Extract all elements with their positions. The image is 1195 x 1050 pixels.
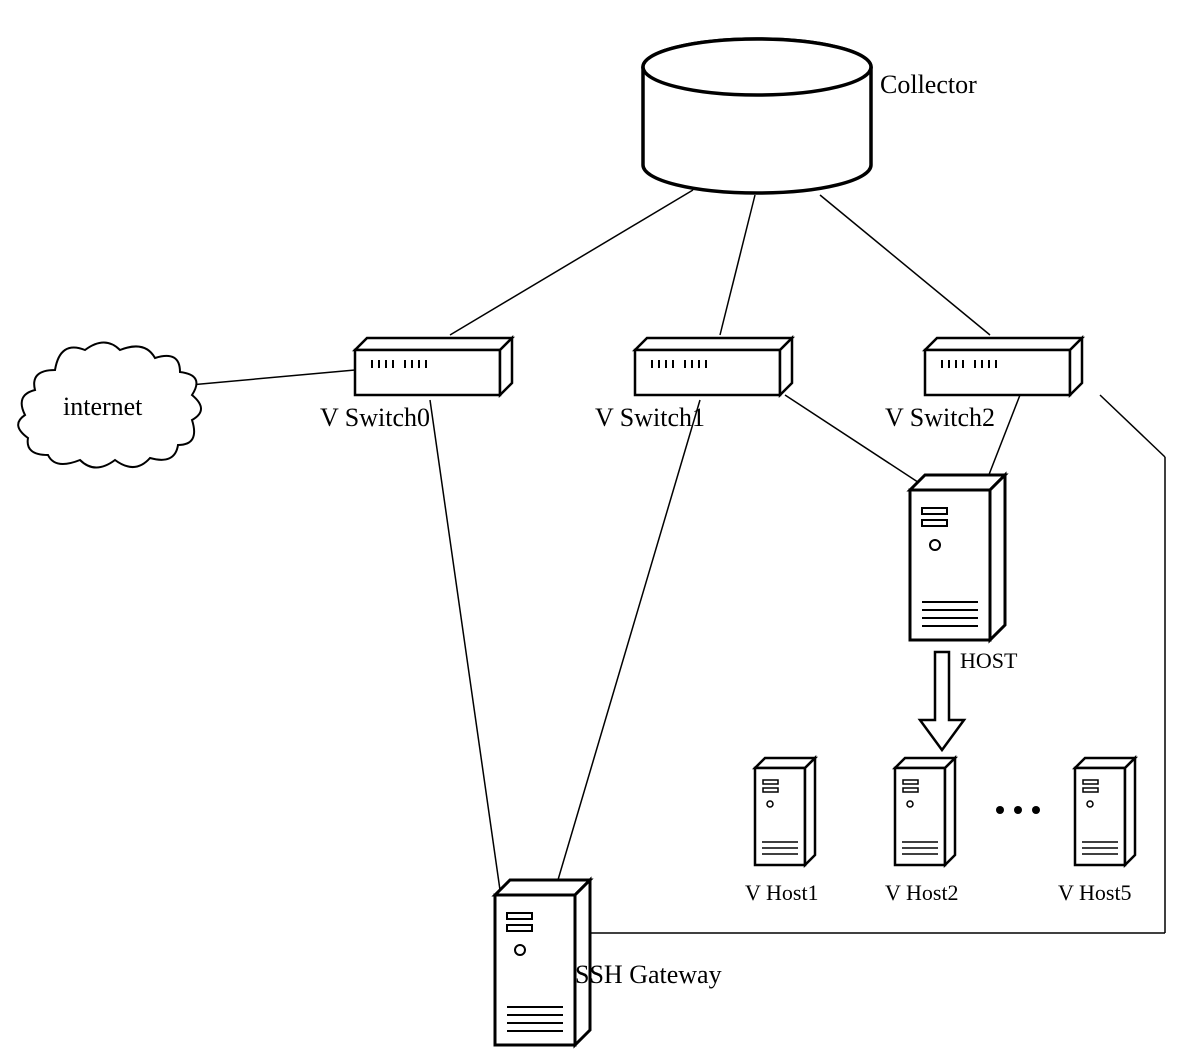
line-vswitch2-route1	[1100, 395, 1165, 457]
host-label: HOST	[960, 648, 1017, 674]
collector-label: Collector	[880, 70, 977, 100]
ellipsis-icon	[996, 806, 1040, 814]
line-collector-vswitch1	[720, 195, 755, 335]
vhost5-server-icon	[1075, 758, 1135, 865]
line-internet-vswitch0	[190, 370, 355, 385]
vswitch1-label: V Switch1	[595, 403, 705, 433]
line-vswitch0-sshgateway	[430, 400, 500, 890]
vswitch0-icon	[355, 338, 512, 395]
vhost2-server-icon	[895, 758, 955, 865]
diagram-canvas	[0, 0, 1195, 1050]
vswitch1-icon	[635, 338, 792, 395]
vswitch0-label: V Switch0	[320, 403, 430, 433]
vhost1-label: V Host1	[745, 880, 819, 906]
collector-icon	[643, 39, 871, 193]
vswitch2-label: V Switch2	[885, 403, 995, 433]
line-collector-vswitch0	[450, 190, 693, 335]
vhost2-label: V Host2	[885, 880, 959, 906]
host-server-icon	[910, 475, 1005, 640]
line-vswitch1-sshgateway	[555, 400, 700, 890]
internet-label: internet	[63, 392, 142, 422]
line-collector-vswitch2	[820, 195, 990, 335]
vhost1-server-icon	[755, 758, 815, 865]
vswitch2-icon	[925, 338, 1082, 395]
vhost5-label: V Host5	[1058, 880, 1132, 906]
host-arrow-icon	[920, 652, 964, 750]
sshgateway-label: SSH Gateway	[575, 960, 722, 990]
